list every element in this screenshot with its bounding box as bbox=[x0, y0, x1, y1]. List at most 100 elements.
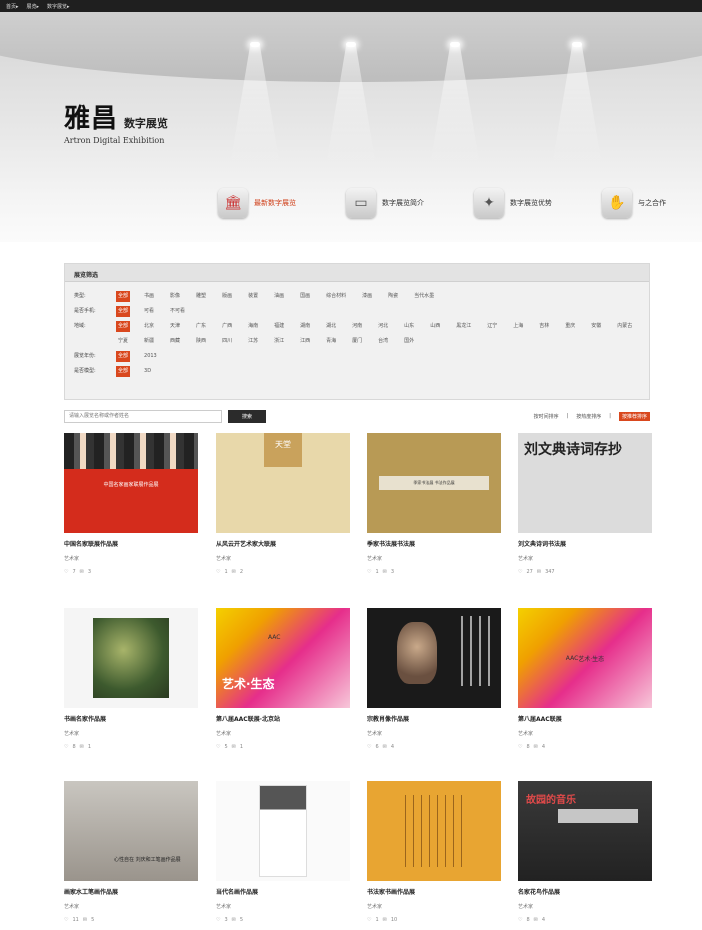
filter-option[interactable]: 全部 bbox=[116, 321, 131, 332]
filter-option[interactable]: 辽宁 bbox=[485, 321, 499, 332]
filter-option[interactable]: 漆画 bbox=[360, 291, 374, 302]
card-title[interactable]: 第八届AAC联展 bbox=[518, 714, 652, 723]
filter-option[interactable]: 全部 bbox=[116, 366, 131, 377]
comment-icon[interactable]: ✉ bbox=[534, 744, 538, 750]
filter-option[interactable]: 湖南 bbox=[298, 321, 312, 332]
exhibition-thumbnail[interactable]: AAC 艺术·生态 bbox=[216, 608, 350, 708]
filter-option[interactable]: 书画 bbox=[142, 291, 156, 302]
comment-icon[interactable]: ✉ bbox=[537, 569, 541, 575]
heart-icon[interactable]: ♡ bbox=[216, 744, 220, 750]
filter-option[interactable]: 江苏 bbox=[246, 336, 260, 347]
filter-option[interactable]: 陕西 bbox=[194, 336, 208, 347]
filter-option[interactable]: 湖北 bbox=[324, 321, 338, 332]
card-title[interactable]: 第八届AAC联展·北京站 bbox=[216, 714, 350, 723]
filter-option[interactable]: 3D bbox=[142, 366, 153, 377]
filter-option[interactable]: 江西 bbox=[298, 336, 312, 347]
card-title[interactable]: 书画名家作品展 bbox=[64, 714, 198, 723]
exhibition-thumbnail[interactable] bbox=[64, 608, 198, 708]
heart-icon[interactable]: ♡ bbox=[216, 917, 220, 923]
comment-icon[interactable]: ✉ bbox=[383, 744, 387, 750]
exhibition-thumbnail[interactable]: 中国名家画家联展作品展 bbox=[64, 433, 198, 533]
filter-option[interactable]: 青海 bbox=[324, 336, 338, 347]
comment-icon[interactable]: ✉ bbox=[383, 569, 387, 575]
comment-icon[interactable]: ✉ bbox=[232, 917, 236, 923]
filter-option[interactable]: 河北 bbox=[376, 321, 390, 332]
heart-icon[interactable]: ♡ bbox=[64, 569, 68, 575]
heart-icon[interactable]: ♡ bbox=[367, 569, 371, 575]
exhibition-card[interactable]: 故园的音乐 名家花鸟作品展 艺术家 ♡ 8 ✉ 4 bbox=[518, 781, 652, 923]
card-title[interactable]: 中国名家联展作品展 bbox=[64, 539, 198, 548]
heart-icon[interactable]: ♡ bbox=[367, 917, 371, 923]
card-title[interactable]: 从风云开艺术家大联展 bbox=[216, 539, 350, 548]
exhibition-card[interactable]: 书法家书画作品展 艺术家 ♡ 1 ✉ 10 bbox=[367, 781, 501, 923]
filter-option[interactable]: 广东 bbox=[194, 321, 208, 332]
filter-option[interactable]: 全部 bbox=[116, 291, 131, 302]
topbar-link-exhibition[interactable]: 展览▸ bbox=[27, 3, 40, 10]
filter-option[interactable]: 雕塑 bbox=[194, 291, 208, 302]
exhibition-thumbnail[interactable]: 季家书法展 书法作品展 bbox=[367, 433, 501, 533]
exhibition-card[interactable]: 刘文典诗词存抄 刘文典诗词书法展 艺术家 ♡ 27 ✉ 347 bbox=[518, 433, 652, 575]
exhibition-card[interactable]: AAC 艺术·生态 第八届AAC联展·北京站 艺术家 ♡ 5 ✉ 1 bbox=[216, 608, 350, 750]
filter-option[interactable]: 厦门 bbox=[350, 336, 364, 347]
filter-option[interactable]: 可看 bbox=[142, 306, 156, 317]
topbar-link-digital[interactable]: 数字展览▸ bbox=[47, 3, 70, 10]
filter-option[interactable]: 西藏 bbox=[168, 336, 182, 347]
comment-icon[interactable]: ✉ bbox=[80, 744, 84, 750]
exhibition-card[interactable]: AAC 艺术·生态 第八届AAC联展 艺术家 ♡ 8 ✉ 4 bbox=[518, 608, 652, 750]
filter-option[interactable]: 河南 bbox=[350, 321, 364, 332]
filter-option[interactable]: 影像 bbox=[168, 291, 182, 302]
sort-by-popularity[interactable]: 按热度排序 bbox=[576, 413, 601, 420]
comment-icon[interactable]: ✉ bbox=[232, 744, 236, 750]
exhibition-thumbnail[interactable] bbox=[367, 781, 501, 881]
card-title[interactable]: 宗教肖像作品展 bbox=[367, 714, 501, 723]
nav-cooperation[interactable]: ✋ 与之合作 bbox=[602, 188, 702, 218]
search-button[interactable]: 搜索 bbox=[228, 409, 266, 423]
exhibition-card[interactable]: 天堂 从风云开艺术家大联展 艺术家 ♡ 1 ✉ 2 bbox=[216, 433, 350, 575]
filter-option[interactable]: 装置 bbox=[246, 291, 260, 302]
filter-option[interactable]: 不可看 bbox=[168, 306, 187, 317]
exhibition-card[interactable]: 中国名家画家联展作品展 中国名家联展作品展 艺术家 ♡ 7 ✉ 3 bbox=[64, 433, 198, 575]
heart-icon[interactable]: ♡ bbox=[367, 744, 371, 750]
exhibition-thumbnail[interactable]: 天堂 bbox=[216, 433, 350, 533]
comment-icon[interactable]: ✉ bbox=[83, 917, 87, 923]
exhibition-thumbnail[interactable]: AAC 艺术·生态 bbox=[518, 608, 652, 708]
exhibition-card[interactable]: 当代名画作品展 艺术家 ♡ 3 ✉ 5 bbox=[216, 781, 350, 923]
card-title[interactable]: 画家水工笔画作品展 bbox=[64, 887, 198, 896]
filter-option[interactable]: 宁夏 bbox=[116, 336, 130, 347]
filter-option[interactable]: 国画 bbox=[298, 291, 312, 302]
filter-option[interactable]: 新疆 bbox=[142, 336, 156, 347]
filter-option[interactable]: 北京 bbox=[142, 321, 156, 332]
heart-icon[interactable]: ♡ bbox=[64, 917, 68, 923]
filter-option[interactable]: 重庆 bbox=[563, 321, 577, 332]
filter-option[interactable]: 广西 bbox=[220, 321, 234, 332]
filter-option[interactable]: 全部 bbox=[116, 306, 131, 317]
filter-option[interactable]: 台湾 bbox=[376, 336, 390, 347]
filter-option[interactable]: 山东 bbox=[402, 321, 416, 332]
card-title[interactable]: 名家花鸟作品展 bbox=[518, 887, 652, 896]
search-input[interactable] bbox=[64, 409, 222, 423]
filter-option[interactable]: 海南 bbox=[246, 321, 260, 332]
sort-by-recommend[interactable]: 按推荐排序 bbox=[618, 411, 650, 421]
filter-option[interactable]: 2013 bbox=[142, 351, 159, 362]
card-title[interactable]: 当代名画作品展 bbox=[216, 887, 350, 896]
card-title[interactable]: 书法家书画作品展 bbox=[367, 887, 501, 896]
heart-icon[interactable]: ♡ bbox=[64, 744, 68, 750]
filter-option[interactable]: 内蒙古 bbox=[615, 321, 634, 332]
filter-option[interactable]: 福建 bbox=[272, 321, 286, 332]
exhibition-thumbnail[interactable]: 故园的音乐 bbox=[518, 781, 652, 881]
heart-icon[interactable]: ♡ bbox=[216, 569, 220, 575]
filter-option[interactable]: 综合材料 bbox=[324, 291, 348, 302]
filter-option[interactable]: 版画 bbox=[220, 291, 234, 302]
site-logo[interactable]: 雅昌 数字展览 Artron Digital Exhibition bbox=[64, 98, 168, 145]
heart-icon[interactable]: ♡ bbox=[518, 744, 522, 750]
filter-option[interactable]: 黑龙江 bbox=[454, 321, 473, 332]
comment-icon[interactable]: ✉ bbox=[80, 569, 84, 575]
filter-option[interactable]: 安徽 bbox=[589, 321, 603, 332]
card-title[interactable]: 刘文典诗词书法展 bbox=[518, 539, 652, 548]
heart-icon[interactable]: ♡ bbox=[518, 917, 522, 923]
exhibition-card[interactable]: 宗教肖像作品展 艺术家 ♡ 6 ✉ 4 bbox=[367, 608, 501, 750]
exhibition-thumbnail[interactable]: 刘文典诗词存抄 bbox=[518, 433, 652, 533]
filter-option[interactable]: 四川 bbox=[220, 336, 234, 347]
nav-introduction[interactable]: ▭ 数字展览简介 bbox=[346, 188, 460, 218]
comment-icon[interactable]: ✉ bbox=[534, 917, 538, 923]
